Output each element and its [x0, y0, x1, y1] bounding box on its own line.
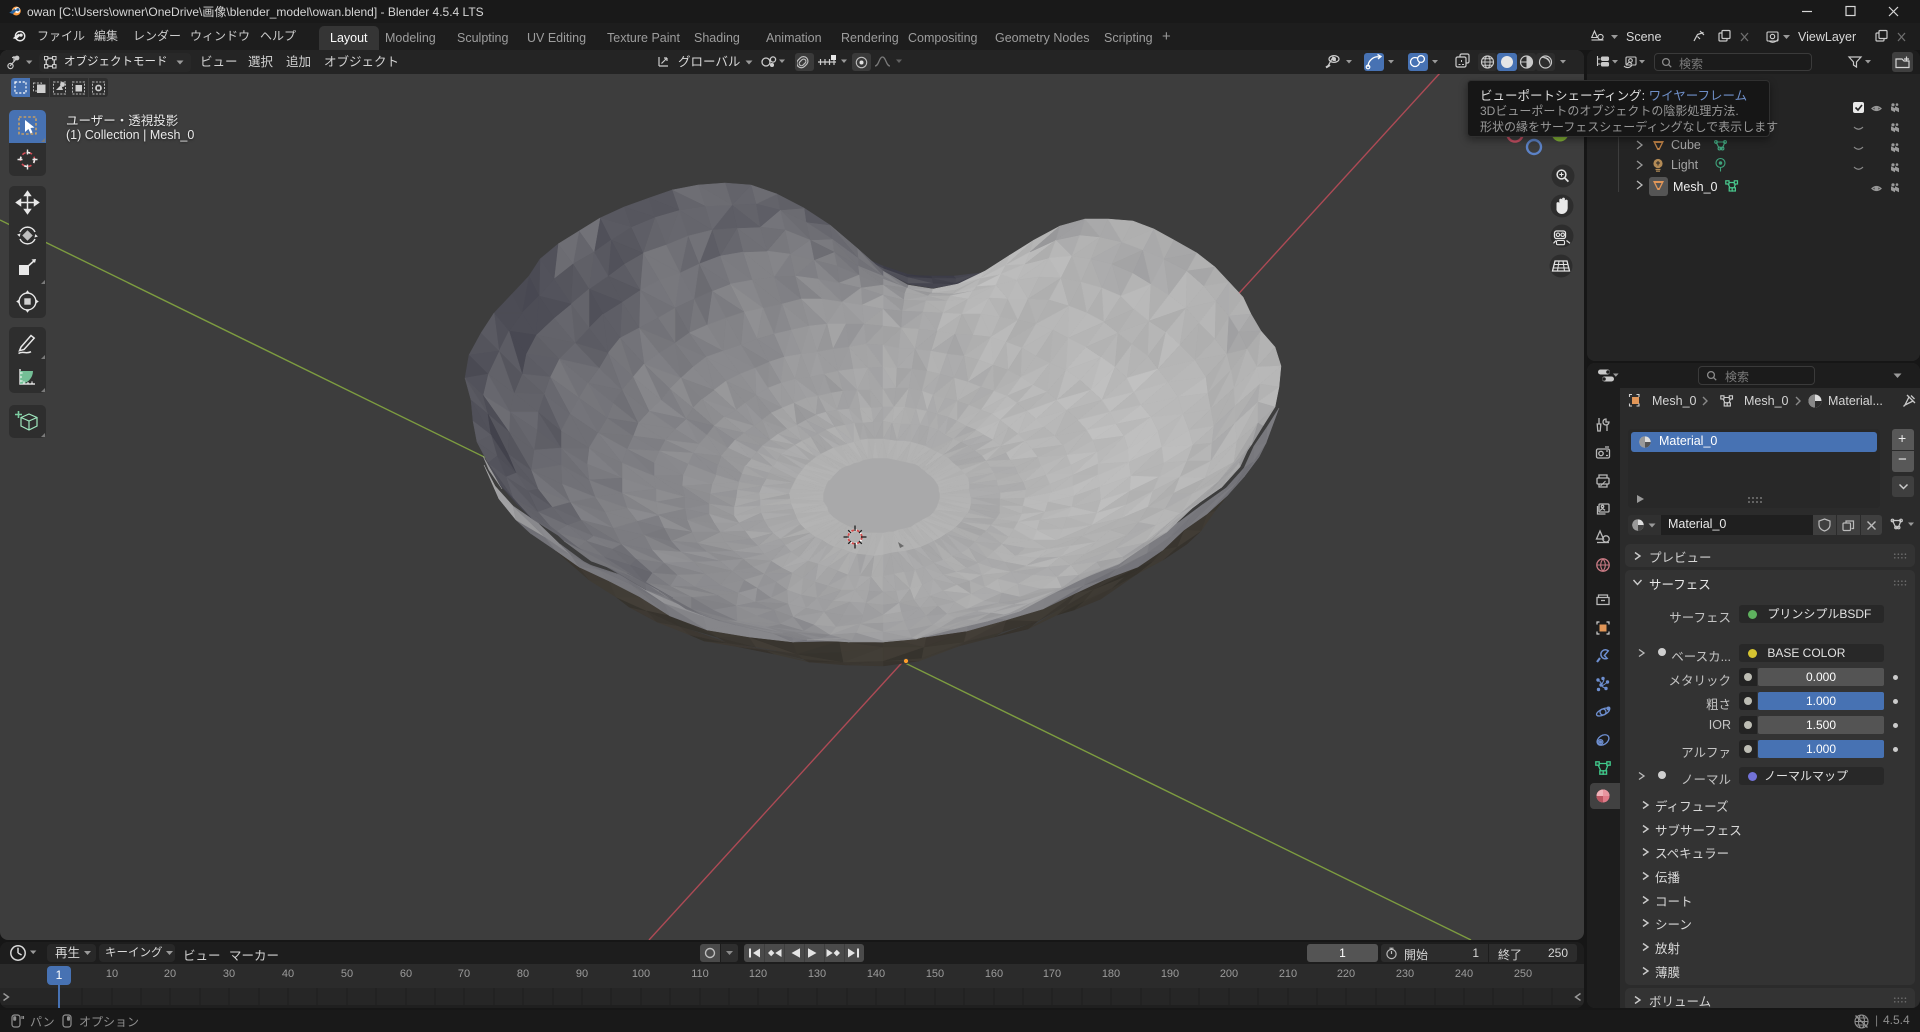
svg-text:Scene: Scene: [1626, 30, 1661, 44]
svg-text:Light: Light: [1671, 158, 1699, 172]
svg-text:ViewLayer: ViewLayer: [1798, 30, 1856, 44]
svg-text:Material...: Material...: [1828, 394, 1883, 408]
svg-text:Mesh_0: Mesh_0: [1652, 394, 1697, 408]
svg-text:Cube: Cube: [1671, 138, 1701, 152]
svg-text:Mesh_0: Mesh_0: [1744, 394, 1789, 408]
svg-text:Mesh_0: Mesh_0: [1673, 180, 1718, 194]
